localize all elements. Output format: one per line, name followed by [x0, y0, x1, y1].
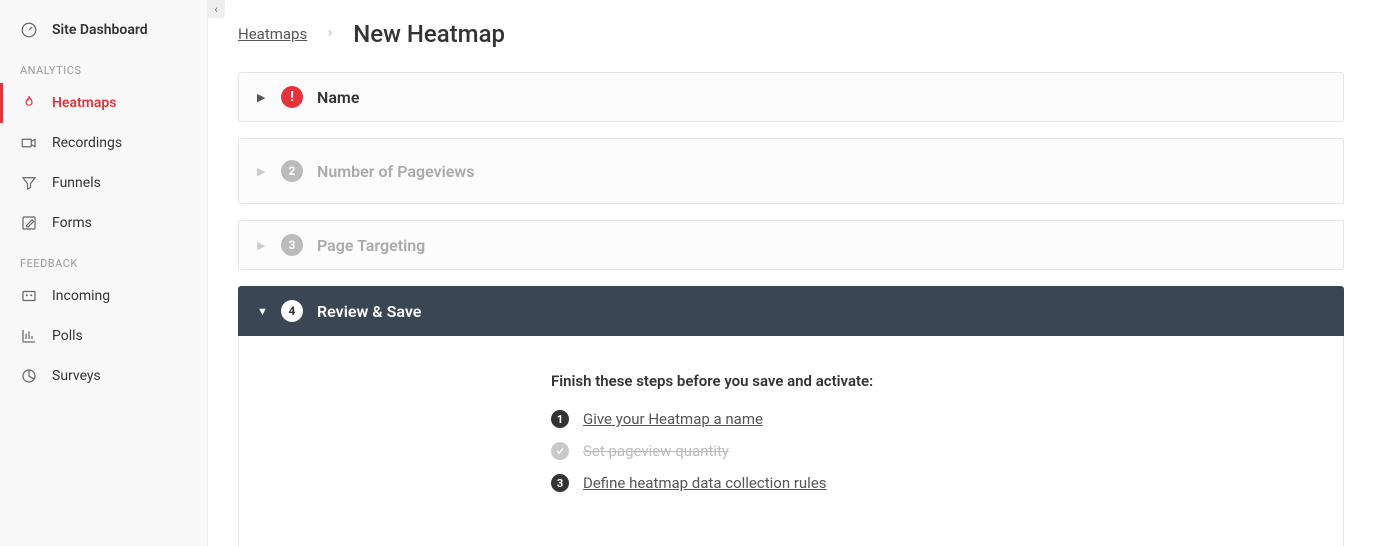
inbox-icon [20, 287, 38, 305]
review-checklist: 1 Give your Heatmap a name Set pageview … [551, 410, 1031, 492]
step-targeting: ▶ 3 Page Targeting [238, 220, 1344, 270]
sidebar-section-analytics: ANALYTICS [0, 50, 207, 83]
chevron-right-icon [325, 26, 335, 42]
wizard-steps: ▶ ! Name ▶ 2 Number of Pageviews ▶ 3 Pag [238, 72, 1344, 546]
step-pageviews-header[interactable]: ▶ 2 Number of Pageviews [239, 139, 1343, 203]
sidebar-item-label: Site Dashboard [52, 22, 148, 38]
check-done-icon [551, 442, 569, 460]
checklist-item-rules: 3 Define heatmap data collection rules [551, 474, 1031, 492]
sidebar-item-label: Surveys [52, 368, 101, 384]
sidebar-item-forms[interactable]: Forms [0, 203, 207, 243]
bar-chart-icon [20, 327, 38, 345]
review-heading: Finish these steps before you save and a… [551, 372, 1031, 390]
sidebar-item-label: Forms [52, 215, 92, 231]
sidebar-section-feedback: FEEDBACK [0, 243, 207, 276]
sidebar-item-label: Heatmaps [52, 95, 116, 111]
sidebar-item-dashboard[interactable]: Site Dashboard [0, 10, 207, 50]
sidebar-item-funnels[interactable]: Funnels [0, 163, 207, 203]
checklist-item-pageviews: Set pageview quantity [551, 442, 1031, 460]
step-title: Page Targeting [317, 236, 425, 255]
step-name: ▶ ! Name [238, 72, 1344, 122]
checklist-step-badge: 3 [551, 474, 569, 492]
step-review-body: Finish these steps before you save and a… [238, 336, 1344, 546]
checklist-item-name: 1 Give your Heatmap a name [551, 410, 1031, 428]
step-number-badge: 3 [281, 234, 303, 256]
checklist-link-pageviews: Set pageview quantity [583, 442, 729, 460]
caret-down-icon: ▼ [257, 305, 267, 318]
sidebar-item-label: Polls [52, 328, 83, 344]
checklist-link-rules[interactable]: Define heatmap data collection rules [583, 474, 827, 492]
sidebar-item-label: Recordings [52, 135, 122, 151]
main-content: Heatmaps New Heatmap ▶ ! Name ▶ 2 Nu [208, 0, 1374, 546]
step-name-header[interactable]: ▶ ! Name [239, 73, 1343, 121]
gauge-icon [20, 21, 38, 39]
sidebar-collapse-toggle[interactable]: ‹ [207, 0, 225, 18]
caret-right-icon: ▶ [257, 239, 267, 252]
sidebar-item-label: Funnels [52, 175, 101, 191]
sidebar-item-heatmaps[interactable]: Heatmaps [0, 83, 207, 123]
sidebar: ‹ Site Dashboard ANALYTICS Heatmaps Reco… [0, 0, 208, 546]
step-review: ▼ 4 Review & Save Finish these steps bef… [238, 286, 1344, 546]
sidebar-item-label: Incoming [52, 288, 110, 304]
sidebar-item-incoming[interactable]: Incoming [0, 276, 207, 316]
step-title: Number of Pageviews [317, 162, 474, 181]
step-title: Review & Save [317, 302, 421, 321]
page-title: New Heatmap [353, 20, 505, 48]
step-title: Name [317, 88, 359, 107]
caret-right-icon: ▶ [257, 91, 267, 104]
checklist-step-badge: 1 [551, 410, 569, 428]
sidebar-item-recordings[interactable]: Recordings [0, 123, 207, 163]
caret-right-icon: ▶ [257, 165, 267, 178]
funnel-icon [20, 174, 38, 192]
video-icon [20, 134, 38, 152]
sidebar-item-polls[interactable]: Polls [0, 316, 207, 356]
step-review-header[interactable]: ▼ 4 Review & Save [239, 287, 1343, 335]
step-targeting-header[interactable]: ▶ 3 Page Targeting [239, 221, 1343, 269]
sidebar-item-surveys[interactable]: Surveys [0, 356, 207, 396]
step-pageviews: ▶ 2 Number of Pageviews [238, 138, 1344, 204]
chevron-left-icon: ‹ [214, 3, 217, 16]
flame-icon [20, 94, 38, 112]
breadcrumb-root-link[interactable]: Heatmaps [238, 25, 307, 43]
step-number-badge: 2 [281, 160, 303, 182]
checklist-link-name[interactable]: Give your Heatmap a name [583, 410, 763, 428]
alert-icon: ! [281, 86, 303, 108]
step-number-badge: 4 [281, 300, 303, 322]
pie-icon [20, 367, 38, 385]
breadcrumb: Heatmaps New Heatmap [238, 20, 1344, 48]
edit-icon [20, 214, 38, 232]
